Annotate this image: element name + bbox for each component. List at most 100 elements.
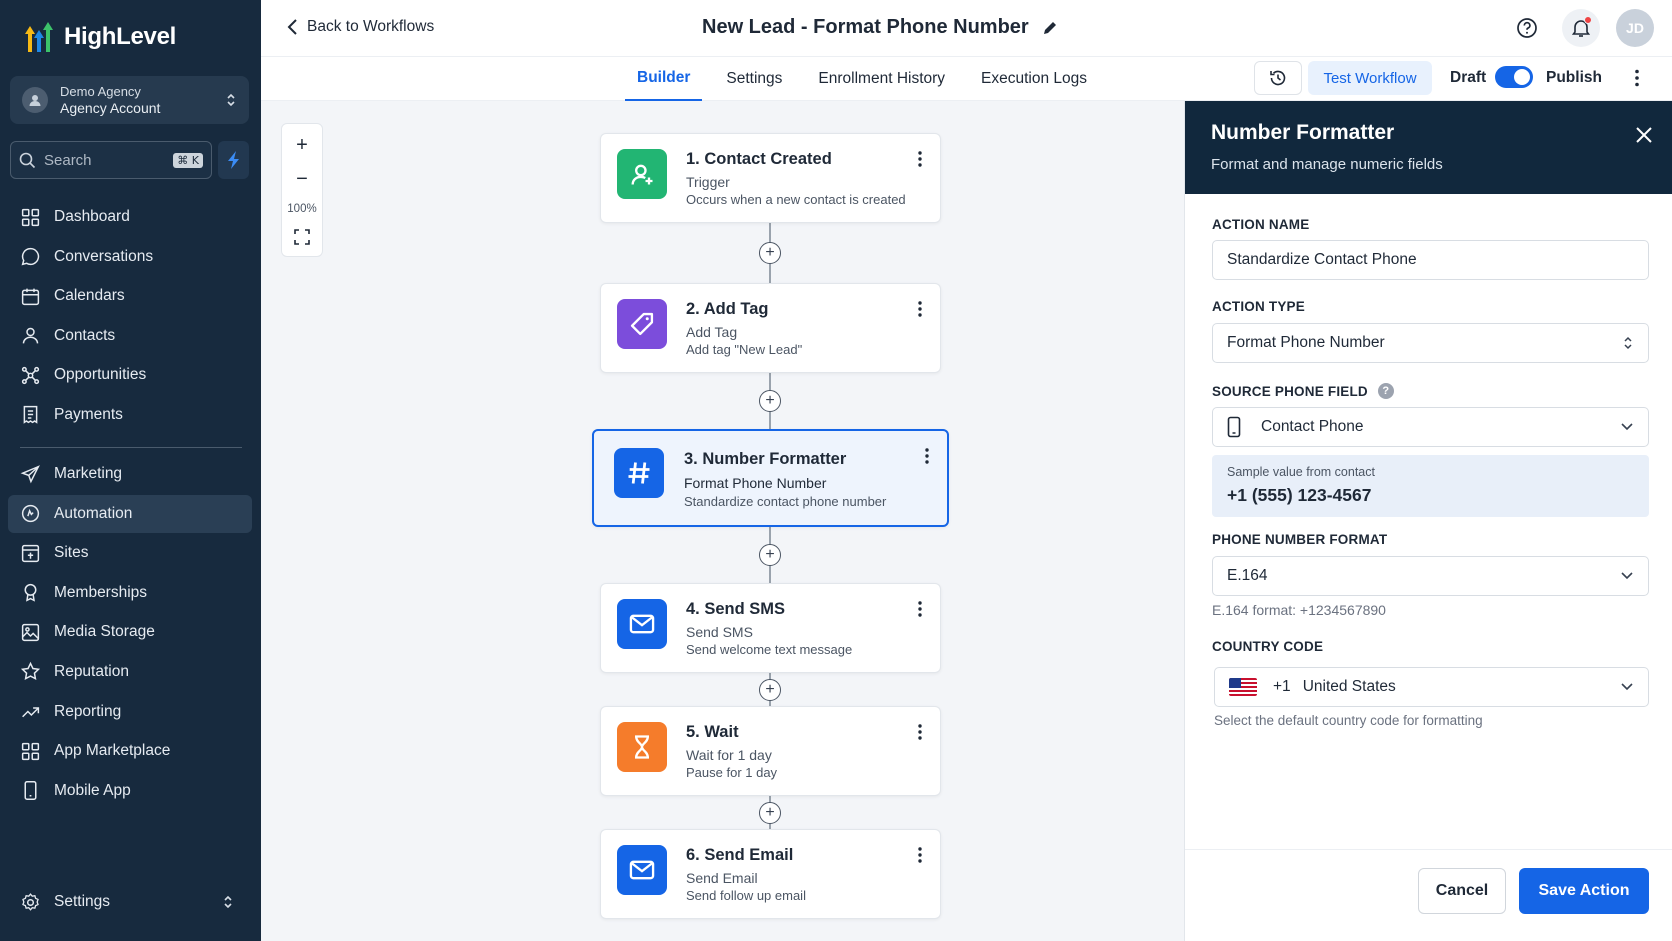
chevron-down-icon xyxy=(1621,572,1633,580)
source-phone-select[interactable]: Contact Phone xyxy=(1212,407,1649,447)
kebab-icon xyxy=(1635,69,1639,87)
user-avatar[interactable]: JD xyxy=(1616,9,1654,47)
mail-icon-tile xyxy=(617,599,667,649)
tab-enrollment-history[interactable]: Enrollment History xyxy=(806,57,957,101)
step-options-button[interactable] xyxy=(912,148,928,170)
sidebar-item-memberships[interactable]: Memberships xyxy=(8,574,252,612)
badge-icon xyxy=(24,584,37,602)
kebab-icon xyxy=(918,151,922,167)
back-label: Back to Workflows xyxy=(307,18,435,35)
step-description: Send follow up email xyxy=(686,888,806,903)
sidebar-item-reporting[interactable]: Reporting xyxy=(8,693,252,731)
add-step-button[interactable]: + xyxy=(759,802,781,824)
action-name-input[interactable]: Standardize Contact Phone xyxy=(1212,240,1649,280)
sidebar-item-conversations[interactable]: Conversations xyxy=(8,238,252,276)
help-icon[interactable]: ? xyxy=(1377,383,1394,399)
tab-settings[interactable]: Settings xyxy=(714,57,794,101)
help-button[interactable] xyxy=(1508,9,1546,47)
workflow-step-card[interactable]: 6. Send Email Send Email Send follow up … xyxy=(600,829,941,919)
add-step-button[interactable]: + xyxy=(759,679,781,701)
workflow-step-card[interactable]: 4. Send SMS Send SMS Send welcome text m… xyxy=(600,583,941,673)
notifications-button[interactable] xyxy=(1562,9,1600,47)
phone-format-value: E.164 xyxy=(1227,567,1268,584)
tab-execution-logs[interactable]: Execution Logs xyxy=(969,57,1099,101)
workflow-step-card[interactable]: 5. Wait Wait for 1 day Pause for 1 day xyxy=(600,706,941,796)
sidebar-item-label: Reputation xyxy=(54,662,129,680)
add-step-button[interactable]: + xyxy=(759,544,781,566)
source-phone-value: Contact Phone xyxy=(1261,418,1364,435)
sidebar-item-dashboard[interactable]: Dashboard xyxy=(8,198,252,236)
sidebar-item-reputation[interactable]: Reputation xyxy=(8,653,252,691)
action-config-panel: Number Formatter Format and manage numer… xyxy=(1184,101,1672,941)
publish-toggle[interactable] xyxy=(1495,66,1533,88)
zoom-out-button[interactable]: − xyxy=(296,169,308,189)
sidebar: HighLevel Demo Agency Agency Account Sea… xyxy=(0,0,261,941)
sites-icon xyxy=(21,544,40,562)
action-type-label: ACTION TYPE xyxy=(1212,299,1305,314)
cancel-button[interactable]: Cancel xyxy=(1418,868,1506,914)
step-options-button[interactable] xyxy=(919,445,935,467)
sidebar-item-calendars[interactable]: Calendars xyxy=(8,277,252,315)
sidebar-item-opportunities[interactable]: Opportunities xyxy=(8,356,252,394)
panel-subtitle: Format and manage numeric fields xyxy=(1211,156,1443,173)
app-logo[interactable]: HighLevel xyxy=(22,20,176,54)
chevron-updown-icon xyxy=(1624,336,1632,350)
version-history-button[interactable] xyxy=(1254,61,1302,95)
quick-actions-button[interactable] xyxy=(218,141,249,179)
fit-screen-icon[interactable] xyxy=(294,229,310,245)
sidebar-item-app-marketplace[interactable]: App Marketplace xyxy=(8,732,252,770)
sidebar-item-settings[interactable]: Settings xyxy=(8,883,252,921)
sidebar-item-mobile-app[interactable]: Mobile App xyxy=(8,772,252,810)
sidebar-item-label: Automation xyxy=(54,504,133,522)
add-step-button[interactable]: + xyxy=(759,390,781,412)
test-workflow-button[interactable]: Test Workflow xyxy=(1308,61,1432,95)
country-code-hint: Select the default country code for form… xyxy=(1214,713,1483,728)
workflow-step-card[interactable]: 3. Number Formatter Format Phone Number … xyxy=(592,429,949,527)
sidebar-item-label: Opportunities xyxy=(54,366,147,384)
us-flag-icon xyxy=(1229,678,1257,696)
workflow-step-card[interactable]: 1. Contact Created Trigger Occurs when a… xyxy=(600,133,941,223)
tab-builder[interactable]: Builder xyxy=(625,57,703,101)
account-name: Demo Agency xyxy=(60,84,141,99)
kebab-icon xyxy=(918,301,922,317)
hourglass-icon-tile xyxy=(617,722,667,772)
sidebar-item-payments[interactable]: Payments xyxy=(8,396,252,434)
sample-value: +1 (555) 123-4567 xyxy=(1227,485,1372,505)
pencil-icon[interactable] xyxy=(1041,19,1059,37)
add-step-button[interactable]: + xyxy=(759,242,781,264)
sidebar-item-sites[interactable]: Sites xyxy=(8,534,252,572)
workflow-title: New Lead - Format Phone Number xyxy=(702,16,1059,39)
close-icon[interactable] xyxy=(1632,123,1656,147)
zoom-in-button[interactable]: + xyxy=(296,135,308,155)
step-options-button[interactable] xyxy=(912,721,928,743)
phone-format-select[interactable]: E.164 xyxy=(1212,556,1649,596)
step-description: Pause for 1 day xyxy=(686,765,778,780)
step-description: Add tag "New Lead" xyxy=(686,342,803,357)
save-action-button[interactable]: Save Action xyxy=(1519,868,1649,914)
phone-format-hint: E.164 format: +1234567890 xyxy=(1212,602,1386,618)
send-icon xyxy=(20,464,40,483)
sidebar-item-label: Calendars xyxy=(54,287,125,305)
workflow-step-card[interactable]: 2. Add Tag Add Tag Add tag "New Lead" xyxy=(600,283,941,373)
sidebar-item-automation[interactable]: Automation xyxy=(8,494,252,533)
chevron-updown-icon xyxy=(224,895,232,909)
more-options-button[interactable] xyxy=(1625,64,1649,92)
trend-icon xyxy=(22,707,40,718)
step-options-button[interactable] xyxy=(912,844,928,866)
action-name-label: ACTION NAME xyxy=(1212,217,1310,232)
step-options-button[interactable] xyxy=(912,598,928,620)
search-input[interactable]: Search ⌘ K xyxy=(10,141,212,179)
sidebar-item-media-storage[interactable]: Media Storage xyxy=(8,613,252,651)
action-type-select[interactable]: Format Phone Number xyxy=(1212,323,1649,363)
sidebar-item-contacts[interactable]: Contacts xyxy=(8,317,252,355)
country-code-select[interactable]: +1 United States xyxy=(1214,667,1649,707)
step-options-button[interactable] xyxy=(912,298,928,320)
account-switcher[interactable]: Demo Agency Agency Account xyxy=(10,76,249,124)
sidebar-item-label: Mobile App xyxy=(54,781,131,799)
panel-header: Number Formatter Format and manage numer… xyxy=(1185,101,1672,194)
sidebar-item-label: Memberships xyxy=(54,583,148,601)
sidebar-item-label: Reporting xyxy=(54,702,122,720)
sidebar-item-marketing[interactable]: Marketing xyxy=(8,455,252,493)
back-to-workflows-link[interactable]: Back to Workflows xyxy=(287,18,434,36)
phone-icon xyxy=(1227,416,1241,438)
